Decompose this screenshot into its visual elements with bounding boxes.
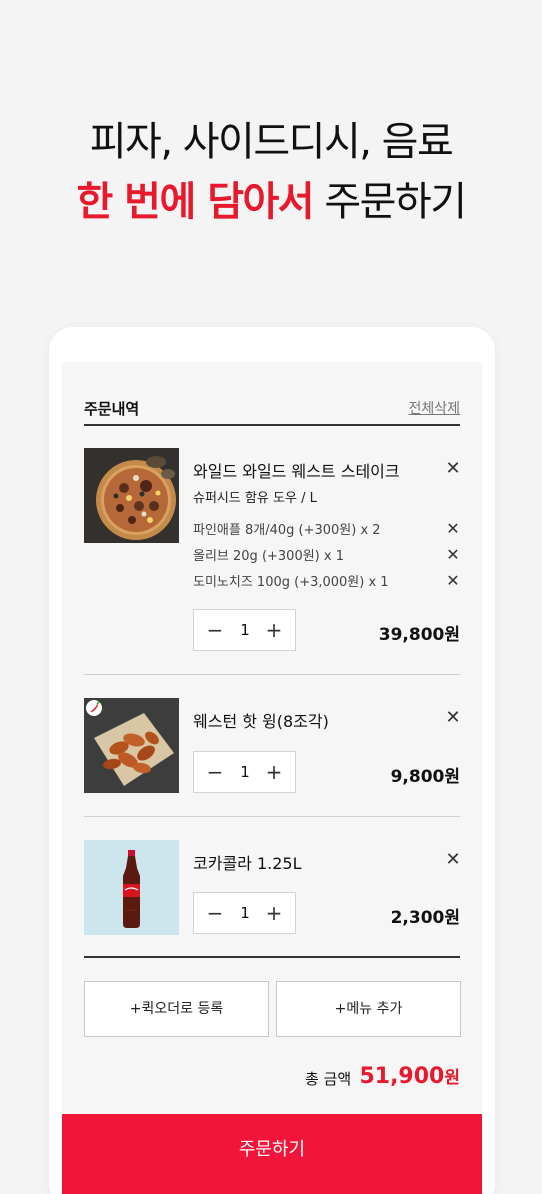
clear-all-link[interactable]: 전체삭제 [408, 398, 460, 418]
item-divider [84, 816, 460, 817]
item-dough-size: 슈퍼시드 함유 도우 / L [193, 491, 317, 506]
quick-order-button[interactable]: +퀵오더로 등록 [84, 981, 269, 1037]
increase-quantity-button[interactable]: + [257, 893, 291, 933]
item-price: 9,800원 [390, 767, 460, 787]
option-line: 올리브 20g (+300원) x 1 [193, 549, 344, 564]
pizza-image [84, 448, 179, 543]
hero-line-2: 한 번에 담아서 주문하기 [0, 172, 542, 232]
total-label: 총 금액 [305, 1070, 352, 1088]
total-amount: 51,900원 [359, 1063, 460, 1089]
item-name: 코카콜라 1.25L [193, 854, 302, 873]
hero-headline: 피자, 사이드디시, 음료 한 번에 담아서 주문하기 [0, 112, 542, 232]
option-line: 파인애플 8개/40g (+300원) x 2 [193, 523, 381, 538]
increase-quantity-button[interactable]: + [257, 610, 291, 650]
item-price: 39,800원 [378, 625, 460, 645]
remove-item-button[interactable]: ✕ [444, 851, 462, 869]
section-title: 주문내역 [84, 400, 140, 418]
chicken-wings-image [84, 698, 179, 793]
list-end-divider [84, 956, 460, 958]
hero-rest-text: 주문하기 [324, 179, 467, 225]
decrease-quantity-button[interactable]: − [198, 893, 232, 933]
item-divider [84, 674, 460, 675]
remove-option-button[interactable]: ✕ [444, 546, 462, 564]
remove-item-button[interactable]: ✕ [444, 709, 462, 727]
hero-accent-text: 한 번에 담아서 [76, 179, 314, 225]
remove-option-button[interactable]: ✕ [444, 520, 462, 538]
chili-pepper-icon [88, 701, 101, 714]
cola-bottle-image [84, 840, 179, 935]
option-line: 도미노치즈 100g (+3,000원) x 1 [193, 575, 389, 590]
item-price: 2,300원 [390, 908, 460, 928]
order-section-header: 주문내역 전체삭제 [84, 398, 460, 426]
item-name: 웨스턴 핫 윙(8조각) [193, 712, 329, 731]
decrease-quantity-button[interactable]: − [198, 752, 232, 792]
remove-item-button[interactable]: ✕ [444, 460, 462, 478]
remove-option-button[interactable]: ✕ [444, 572, 462, 590]
decrease-quantity-button[interactable]: − [198, 610, 232, 650]
order-button[interactable]: 주문하기 [62, 1114, 482, 1194]
quantity-stepper: − 1 + [193, 892, 296, 934]
quantity-stepper: − 1 + [193, 609, 296, 651]
hero-line-1: 피자, 사이드디시, 음료 [89, 119, 454, 165]
total-unit: 원 [444, 1068, 460, 1088]
item-name: 와일드 와일드 웨스트 스테이크 [193, 462, 400, 481]
increase-quantity-button[interactable]: + [257, 752, 291, 792]
quantity-stepper: − 1 + [193, 751, 296, 793]
add-menu-button[interactable]: +메뉴 추가 [276, 981, 461, 1037]
total-value: 51,900 [359, 1064, 445, 1089]
